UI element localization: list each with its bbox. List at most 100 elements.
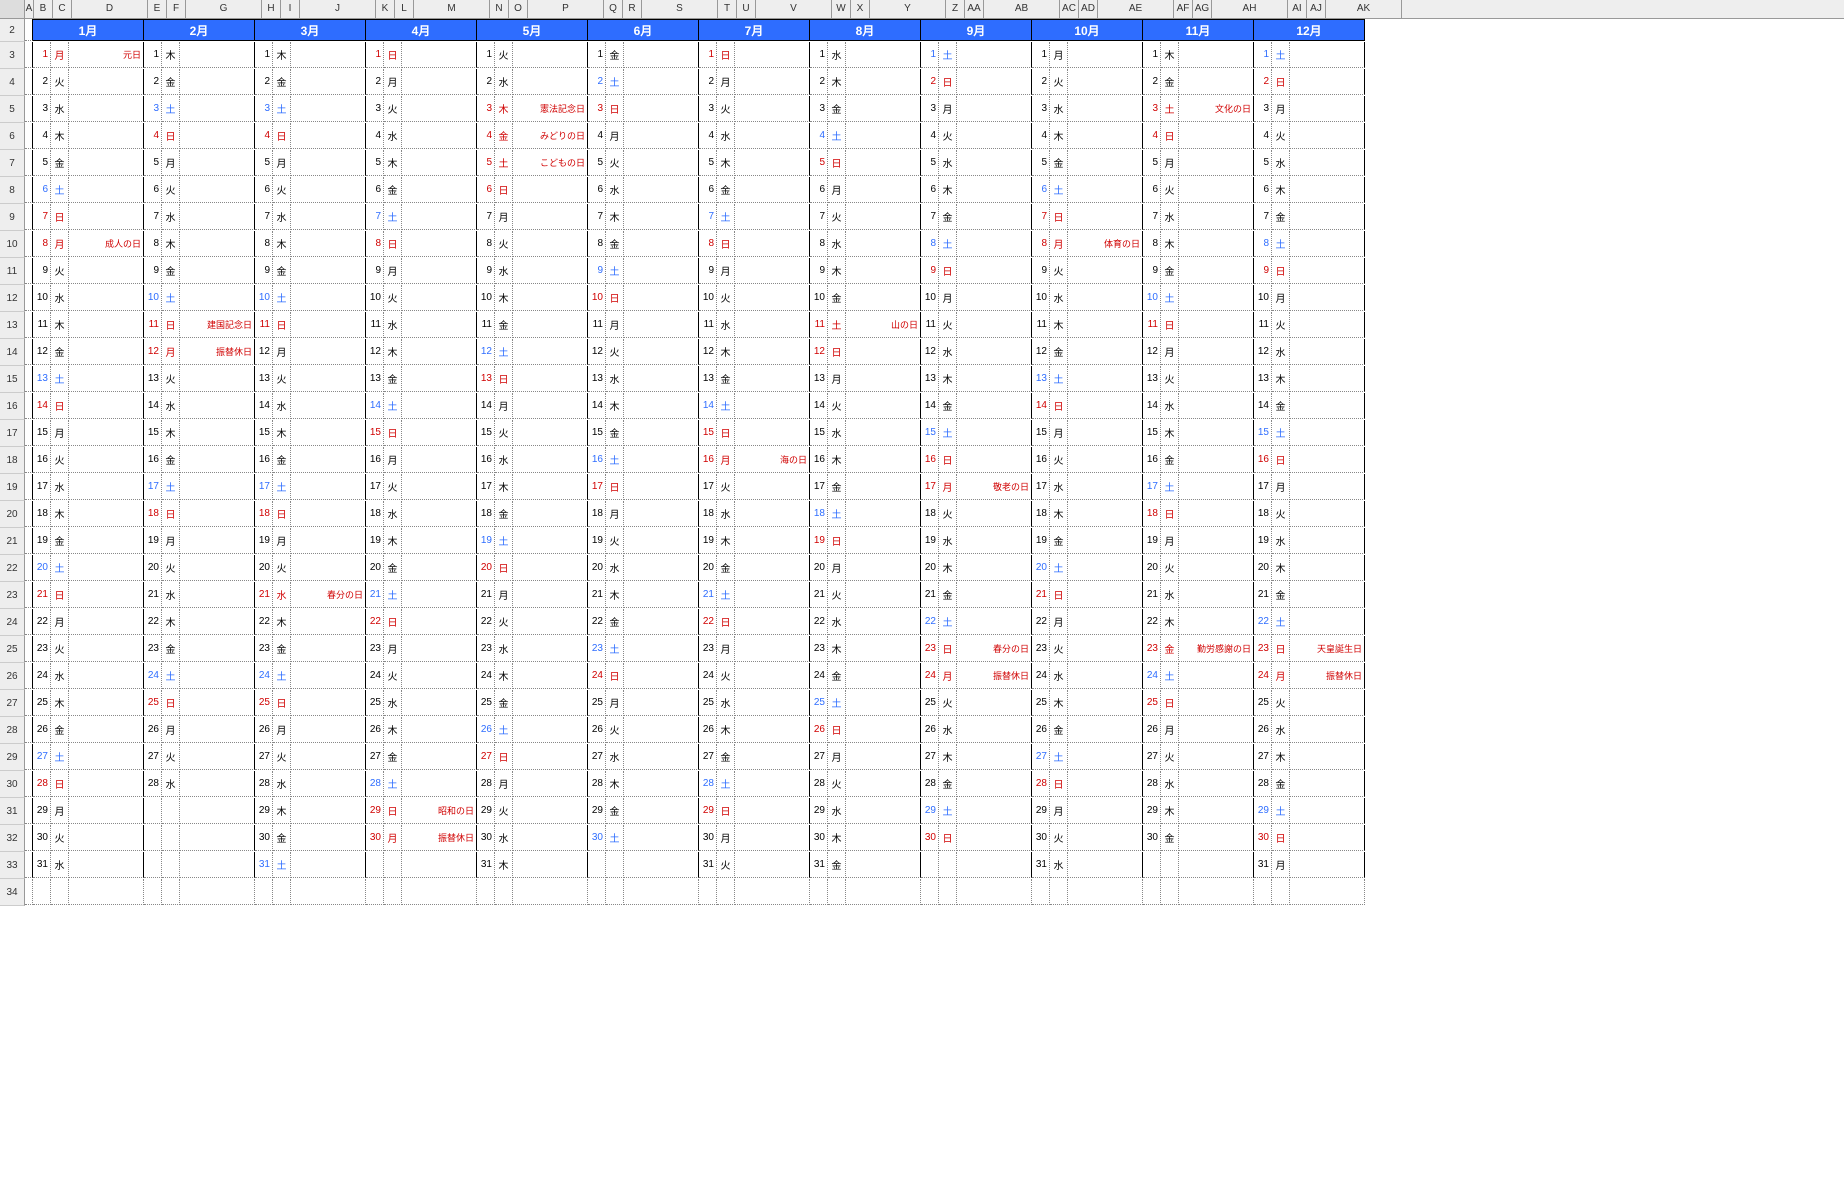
day-name-m7-d28[interactable]: 土 xyxy=(717,771,735,797)
day-name-m5-d16[interactable]: 水 xyxy=(495,447,513,473)
day-num-m6-d14[interactable]: 14 xyxy=(588,393,606,419)
day-num-m10-d21[interactable]: 21 xyxy=(1032,582,1050,608)
day-num-m2-d10[interactable]: 10 xyxy=(144,285,162,311)
day-name-m6-d5[interactable]: 火 xyxy=(606,150,624,176)
holiday-m6-d18[interactable] xyxy=(624,501,699,527)
day-num-m6-d23[interactable]: 23 xyxy=(588,636,606,662)
day-name-m7-d3[interactable]: 火 xyxy=(717,96,735,122)
holiday-m4-d5[interactable] xyxy=(402,150,477,176)
holiday-m4-d6[interactable] xyxy=(402,177,477,203)
holiday-m11-d6[interactable] xyxy=(1179,177,1254,203)
cell-A14[interactable] xyxy=(25,339,33,365)
col-header-E[interactable]: E xyxy=(148,0,167,18)
day-name-m1-d25[interactable]: 木 xyxy=(51,690,69,716)
cell-A24[interactable] xyxy=(25,609,33,635)
holiday-m6-d23[interactable] xyxy=(624,636,699,662)
cell-A20[interactable] xyxy=(25,501,33,527)
holiday-m2-d24[interactable] xyxy=(180,663,255,689)
day-num-m10-d11[interactable]: 11 xyxy=(1032,312,1050,338)
holiday-m8-d21[interactable] xyxy=(846,582,921,608)
day-name-m12-d4[interactable]: 火 xyxy=(1272,123,1290,149)
day-num-m1-d26[interactable]: 26 xyxy=(33,717,51,743)
day-name-m5-d19[interactable]: 土 xyxy=(495,528,513,554)
day-num-m11-d9[interactable]: 9 xyxy=(1143,258,1161,284)
day-name-m9-d3[interactable]: 月 xyxy=(939,96,957,122)
day-name-m9-d28[interactable]: 金 xyxy=(939,771,957,797)
day-name-m12-d13[interactable]: 木 xyxy=(1272,366,1290,392)
day-num-m11-d14[interactable]: 14 xyxy=(1143,393,1161,419)
holiday-m8-d15[interactable] xyxy=(846,420,921,446)
day-num-m9-d22[interactable]: 22 xyxy=(921,609,939,635)
holiday-m12-d21[interactable] xyxy=(1290,582,1365,608)
day-num-m4-d5[interactable]: 5 xyxy=(366,150,384,176)
holiday-m3-d27[interactable] xyxy=(291,744,366,770)
holiday-m10-d31[interactable] xyxy=(1068,852,1143,878)
day-name-m12-d25[interactable]: 火 xyxy=(1272,690,1290,716)
day-num-m5-d2[interactable]: 2 xyxy=(477,69,495,95)
day-name-m7-d30[interactable]: 月 xyxy=(717,825,735,851)
holiday-m6-d20[interactable] xyxy=(624,555,699,581)
day-name-m7-d14[interactable]: 土 xyxy=(717,393,735,419)
day-name-m11-d9[interactable]: 金 xyxy=(1161,258,1179,284)
holiday-m11-d25[interactable] xyxy=(1179,690,1254,716)
day-name-m2-d1[interactable]: 木 xyxy=(162,42,180,68)
day-num-m8-d18[interactable]: 18 xyxy=(810,501,828,527)
day-name-m10-d15[interactable]: 月 xyxy=(1050,420,1068,446)
holiday-m11-d26[interactable] xyxy=(1179,717,1254,743)
day-name-m11-d27[interactable]: 火 xyxy=(1161,744,1179,770)
day-name-m5-d23[interactable]: 水 xyxy=(495,636,513,662)
holiday-m7-d4[interactable] xyxy=(735,123,810,149)
day-num-m5-d20[interactable]: 20 xyxy=(477,555,495,581)
day-name-m7-d27[interactable]: 金 xyxy=(717,744,735,770)
col-header-J[interactable]: J xyxy=(300,0,376,18)
day-num-m5-d31[interactable]: 31 xyxy=(477,852,495,878)
cell-A32[interactable] xyxy=(25,825,33,851)
day-name-m6-d28[interactable]: 木 xyxy=(606,771,624,797)
day-name-m2-d27[interactable]: 火 xyxy=(162,744,180,770)
day-num-m5-d1[interactable]: 1 xyxy=(477,42,495,68)
holiday-m2-d30[interactable] xyxy=(180,825,255,851)
day-name-m5-d1[interactable]: 火 xyxy=(495,42,513,68)
day-name-m3-d2[interactable]: 金 xyxy=(273,69,291,95)
day-name-m2-d29[interactable] xyxy=(162,798,180,824)
day-num-m9-d5[interactable]: 5 xyxy=(921,150,939,176)
holiday-m5-d8[interactable] xyxy=(513,231,588,257)
day-name-m9-d10[interactable]: 月 xyxy=(939,285,957,311)
holiday-m9-d6[interactable] xyxy=(957,177,1032,203)
day-name-m1-d29[interactable]: 月 xyxy=(51,798,69,824)
day-num-m8-d16[interactable]: 16 xyxy=(810,447,828,473)
holiday-m9-d3[interactable] xyxy=(957,96,1032,122)
day-num-m3-d17[interactable]: 17 xyxy=(255,474,273,500)
holiday-m10-d4[interactable] xyxy=(1068,123,1143,149)
holiday-m10-d7[interactable] xyxy=(1068,204,1143,230)
day-name-m3-d26[interactable]: 月 xyxy=(273,717,291,743)
day-name-m7-d8[interactable]: 日 xyxy=(717,231,735,257)
holiday-m8-d17[interactable] xyxy=(846,474,921,500)
holiday-m11-d13[interactable] xyxy=(1179,366,1254,392)
day-name-m10-d11[interactable]: 木 xyxy=(1050,312,1068,338)
day-num-m10-d28[interactable]: 28 xyxy=(1032,771,1050,797)
day-num-m10-d2[interactable]: 2 xyxy=(1032,69,1050,95)
day-num-m9-d14[interactable]: 14 xyxy=(921,393,939,419)
holiday-m12-d26[interactable] xyxy=(1290,717,1365,743)
day-name-m7-d16[interactable]: 月 xyxy=(717,447,735,473)
day-num-m8-d3[interactable]: 3 xyxy=(810,96,828,122)
day-num-m9-d27[interactable]: 27 xyxy=(921,744,939,770)
holiday-m5-d24[interactable] xyxy=(513,663,588,689)
holiday-m5-d19[interactable] xyxy=(513,528,588,554)
day-num-m3-d29[interactable]: 29 xyxy=(255,798,273,824)
row-header-6[interactable]: 6 xyxy=(0,123,25,150)
day-num-m3-d20[interactable]: 20 xyxy=(255,555,273,581)
day-num-m1-d23[interactable]: 23 xyxy=(33,636,51,662)
day-name-m4-d24[interactable]: 火 xyxy=(384,663,402,689)
holiday-m7-d24[interactable] xyxy=(735,663,810,689)
day-num-m7-d31[interactable]: 31 xyxy=(699,852,717,878)
month-header-6[interactable]: 6月 xyxy=(588,19,699,41)
cell-A11[interactable] xyxy=(25,258,33,284)
day-name-m5-d17[interactable]: 木 xyxy=(495,474,513,500)
holiday-m3-d30[interactable] xyxy=(291,825,366,851)
holiday-m6-d28[interactable] xyxy=(624,771,699,797)
holiday-m5-d21[interactable] xyxy=(513,582,588,608)
day-name-m9-d23[interactable]: 日 xyxy=(939,636,957,662)
day-name-m6-d27[interactable]: 水 xyxy=(606,744,624,770)
